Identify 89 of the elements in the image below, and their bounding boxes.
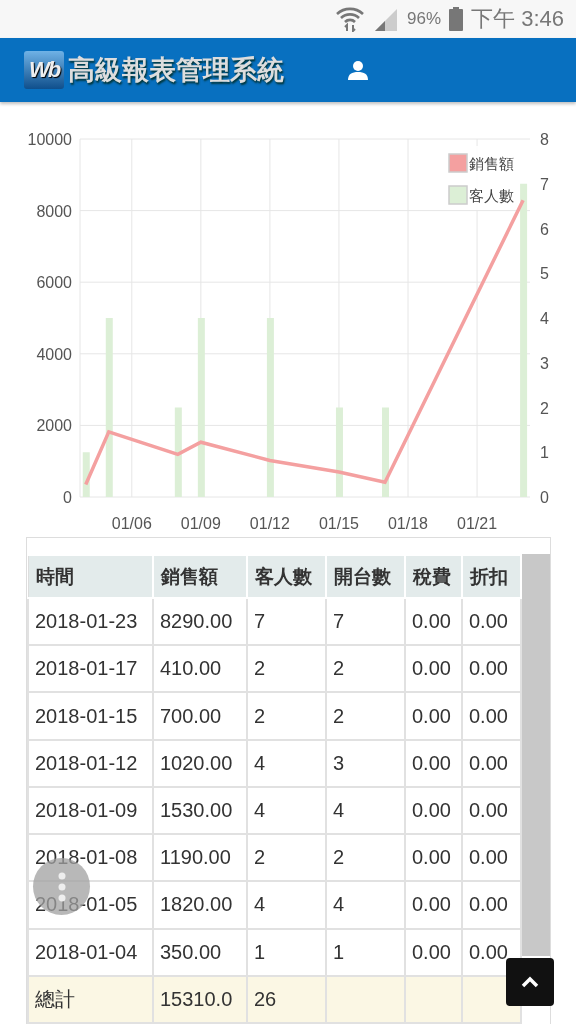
column-header: 客人數 [247,555,326,598]
column-header: 稅費 [405,555,462,598]
table-cell: 2 [326,692,405,740]
total-cell: 26 [247,975,326,1023]
table-cell: 2 [247,692,326,740]
battery-percent: 96% [407,9,442,29]
column-header: 折扣 [462,555,521,598]
legend-label: 客人數 [469,187,514,204]
table-cell: 7 [326,598,405,646]
axis-label: 01/15 [318,515,359,532]
axis-label: 6 [540,220,549,238]
table-cell: 0.00 [462,786,521,835]
axis-label: 7 [540,175,549,193]
scrollbar[interactable] [522,554,550,956]
table-cell: 1190.00 [153,834,247,882]
table-cell: 350.00 [153,928,247,976]
table-cell: 1820.00 [153,881,247,929]
table-cell: 700.00 [153,692,247,740]
axis-label: 5 [540,265,549,283]
axis-label: 0 [63,489,72,506]
table-cell: 2018-01-15 [28,692,153,740]
battery-icon [449,7,464,31]
table-cell: 4 [247,881,326,929]
back-to-top-button[interactable] [506,958,554,1006]
table-cell: 2018-01-12 [28,739,153,787]
table-cell: 1530.00 [153,786,247,835]
axis-label: 4000 [36,345,72,363]
column-header: 時間 [28,555,153,598]
table-cell: 2 [326,834,405,882]
table-cell: 0.00 [405,928,462,976]
axis-label: 6000 [36,274,72,292]
table-cell: 410.00 [153,645,247,693]
table-cell: 2 [247,645,326,693]
total-cell: 總計 [28,975,153,1023]
axis-label: 0 [540,489,549,506]
table-cell: 1 [326,928,405,976]
table-cell: 4 [326,881,405,929]
table-cell: 4 [247,739,326,787]
legend-label: 銷售額 [469,155,514,172]
axis-label: 01/09 [180,515,221,532]
axis-label: 01/21 [457,515,498,532]
column-header: 銷售額 [153,555,247,598]
user-icon[interactable] [348,60,368,80]
table-cell: 3 [326,739,405,787]
wifi-icon [335,6,366,32]
axis-label: 01/18 [388,515,429,532]
table-cell: 2018-01-17 [28,645,153,693]
axis-label: 8 [540,131,549,148]
table-cell: 0.00 [462,834,521,882]
table-cell: 2018-01-04 [28,928,153,976]
app-title: 高級報表管理系統 [68,54,284,87]
axis-label: 01/06 [111,515,152,532]
table-cell: 0.00 [462,739,521,787]
axis-label: 2000 [36,417,72,435]
axis-label: 01/12 [249,515,290,532]
table-cell: 2018-01-23 [28,598,153,646]
axis-label: 8000 [36,202,72,220]
table-cell: 1020.00 [153,739,247,787]
table-cell: 4 [247,786,326,835]
axis-label: 4 [540,310,549,327]
table-cell: 2 [326,645,405,693]
axis-label: 10000 [27,131,72,148]
table-cell: 0.00 [462,692,521,740]
table-cell: 1 [247,928,326,976]
customer-count-bar [82,452,90,497]
table-cell: 0.00 [462,598,521,646]
table-cell: 0.00 [405,786,462,835]
table-cell: 0.00 [405,834,462,882]
signal-icon [373,7,400,31]
axis-label: 3 [540,354,549,372]
total-cell: 15310.0 [153,975,247,1023]
table-cell: 0.00 [405,692,462,740]
table-cell: 7 [247,598,326,646]
table-cell: 0.00 [462,645,521,693]
axis-label: 2 [540,399,549,417]
chevron-up-icon [521,976,539,988]
app-logo: Wb [24,51,64,89]
column-header: 開台數 [326,555,405,598]
table-cell: 0.00 [405,739,462,787]
axis-label: 1 [540,444,549,462]
table-cell: 0.00 [405,645,462,693]
table-cell: 2018-01-09 [28,786,153,835]
table-cell: 0.00 [405,598,462,646]
table-cell: 4 [326,786,405,835]
table-cell: 0.00 [462,881,521,929]
table-cell: 0.00 [405,881,462,929]
table-cell: 2 [247,834,326,882]
table-cell: 8290.00 [153,598,247,646]
clock-time: 下午 3:46 [471,5,564,33]
